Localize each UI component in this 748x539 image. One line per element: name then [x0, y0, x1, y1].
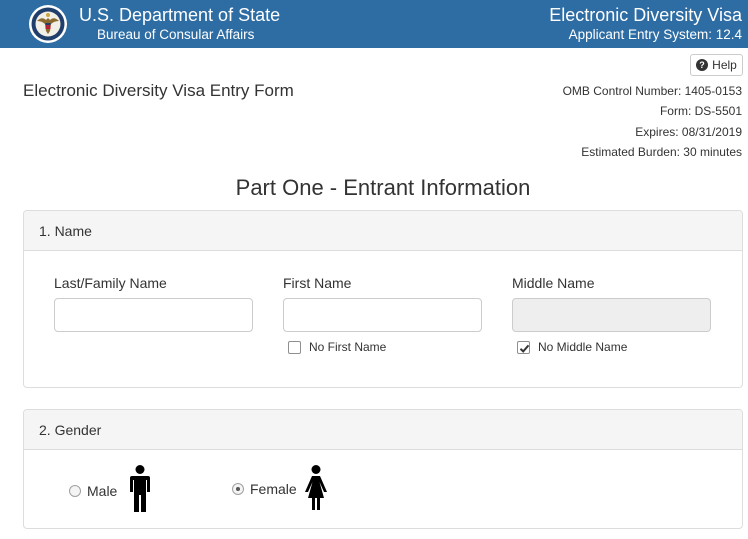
first-name-input[interactable] [283, 298, 482, 332]
male-option[interactable]: Male [69, 483, 117, 499]
form-title: Electronic Diversity Visa Entry Form [23, 81, 294, 100]
help-label: Help [712, 58, 737, 72]
svg-text:?: ? [699, 60, 705, 70]
last-name-input[interactable] [54, 298, 253, 332]
middle-name-label: Middle Name [512, 275, 595, 291]
female-person-icon [305, 465, 327, 510]
system-version: Applicant Entry System: 12.4 [568, 27, 742, 42]
system-title: Electronic Diversity Visa [549, 5, 742, 25]
female-label: Female [250, 481, 297, 497]
state-department-seal-icon [29, 5, 67, 43]
no-first-name-checkbox[interactable] [288, 340, 301, 354]
site-header: U.S. Department of State Bureau of Consu… [0, 0, 748, 48]
question-circle-icon: ? [696, 59, 709, 71]
name-section-heading: 1. Name [24, 211, 742, 251]
estimated-burden: Estimated Burden: 30 minutes [581, 145, 742, 159]
last-name-label: Last/Family Name [54, 275, 167, 291]
part-title: Part One - Entrant Information [235, 175, 531, 200]
no-middle-name-checkbox[interactable] [517, 340, 530, 354]
gender-panel: 2. Gender Male Female [23, 409, 743, 529]
department-title: U.S. Department of State [79, 5, 281, 25]
help-button[interactable]: ? Help [690, 54, 743, 76]
form-number: Form: DS-5501 [659, 104, 742, 118]
male-label: Male [87, 483, 118, 499]
female-option[interactable]: Female [232, 481, 297, 497]
name-panel: 1. Name Last/Family Name First Name Midd… [23, 210, 743, 388]
expiration-date: Expires: 08/31/2019 [635, 125, 742, 139]
no-middle-name-option[interactable]: No Middle Name [517, 340, 627, 354]
no-first-name-option[interactable]: No First Name [288, 340, 386, 354]
no-first-name-label: No First Name [309, 340, 387, 354]
male-radio[interactable] [69, 485, 81, 497]
omb-control-number: OMB Control Number: 1405-0153 [562, 84, 742, 98]
gender-section-heading: 2. Gender [24, 410, 742, 450]
checkmark-icon [519, 344, 530, 353]
female-radio[interactable] [232, 483, 244, 495]
middle-name-input[interactable] [512, 298, 711, 332]
male-person-icon [130, 465, 150, 512]
no-middle-name-label: No Middle Name [538, 340, 628, 354]
bureau-subtitle: Bureau of Consular Affairs [97, 27, 255, 42]
first-name-label: First Name [283, 275, 352, 291]
